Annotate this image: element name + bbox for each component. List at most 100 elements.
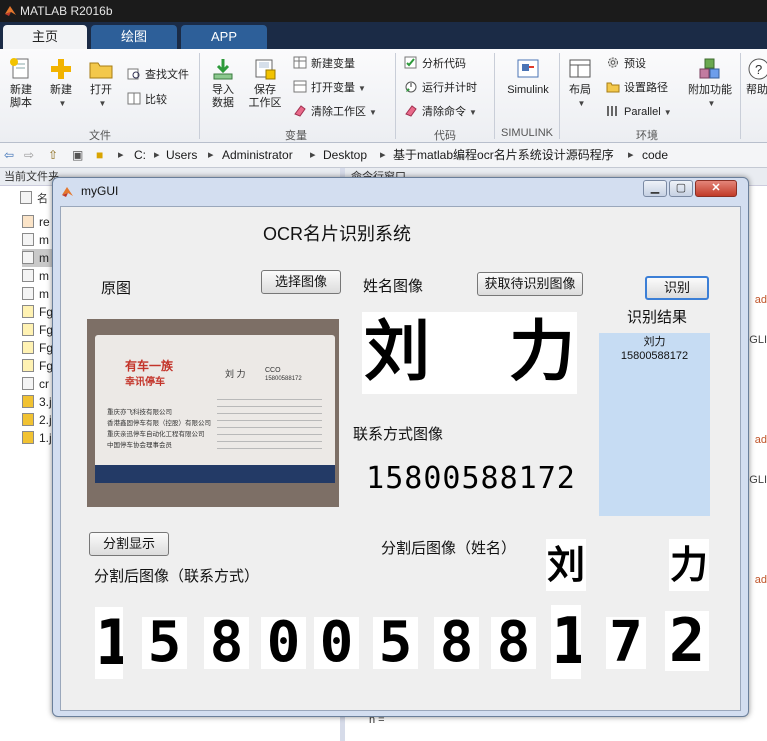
open-variable-button[interactable]: 打开变量 ▼ xyxy=(293,80,366,97)
analyze-code-icon xyxy=(404,56,417,69)
import-data-button[interactable]: 导入 数据 xyxy=(206,57,240,110)
addons-button[interactable]: 附加功能 ▼ xyxy=(684,57,736,110)
split-name-char-image: 力 xyxy=(669,539,709,591)
card-logo-subtext: 幸讯停车 xyxy=(125,377,165,388)
browse-folder-icon[interactable]: ▣ xyxy=(72,143,83,168)
card-phone: 15800588172 xyxy=(265,376,302,382)
new-label: 新建 xyxy=(50,84,72,96)
compare-icon xyxy=(127,92,141,105)
list-item[interactable]: m xyxy=(22,285,49,303)
list-item[interactable]: Fg xyxy=(22,339,53,357)
split-digit: 5 xyxy=(147,617,182,669)
chevron-down-icon: ▼ xyxy=(577,99,586,108)
new-script-icon xyxy=(10,58,29,79)
breadcrumb-code[interactable]: code xyxy=(642,143,668,168)
set-path-button[interactable]: 设置路径 xyxy=(606,80,668,96)
get-image-button[interactable]: 获取待识别图像 xyxy=(477,272,583,296)
file-name: m xyxy=(39,233,49,247)
breadcrumb-project-folder[interactable]: 基于matlab编程ocr名片系统设计源码程序 xyxy=(393,143,614,168)
column-header-name[interactable]: 名 xyxy=(20,190,48,208)
result-listbox[interactable]: 刘力 15800588172 xyxy=(599,333,710,516)
maximize-icon[interactable]: ▢ xyxy=(669,180,693,197)
file-icon xyxy=(20,191,32,204)
new-script-button[interactable]: 新建 脚本 xyxy=(4,57,38,110)
import-data-icon xyxy=(213,59,233,80)
list-item[interactable]: m xyxy=(22,249,52,267)
compare-button[interactable]: 比较 xyxy=(127,92,167,108)
back-arrow-icon[interactable]: ⇦ xyxy=(4,143,14,168)
list-item[interactable]: 2.j xyxy=(22,411,52,429)
parallel-icon xyxy=(607,106,617,116)
find-files-button[interactable]: 查找文件 xyxy=(127,67,189,83)
clear-workspace-label: 清除工作区 xyxy=(311,106,366,118)
original-image-label: 原图 xyxy=(101,280,132,297)
layout-button[interactable]: 布局 ▼ xyxy=(563,57,597,110)
breadcrumb-desktop[interactable]: Desktop xyxy=(323,143,367,168)
tab-apps[interactable]: APP xyxy=(181,25,267,49)
split-digit: 7 xyxy=(609,617,643,669)
ribbon-separator xyxy=(740,53,741,139)
folder-open-icon xyxy=(89,62,113,79)
split-name-label: 分割后图像（姓名） xyxy=(381,540,517,557)
list-item[interactable]: m xyxy=(22,267,49,285)
tab-home[interactable]: 主页 xyxy=(3,25,87,49)
file-name: 1.j xyxy=(39,431,52,445)
recognize-button[interactable]: 识别 xyxy=(645,276,709,300)
list-item[interactable]: m xyxy=(22,231,49,249)
chevron-down-icon: ▼ xyxy=(707,99,716,108)
preferences-button[interactable]: 预设 xyxy=(606,56,646,72)
list-item[interactable]: cr xyxy=(22,375,49,393)
tab-plots[interactable]: 绘图 xyxy=(91,25,177,49)
save-workspace-button[interactable]: 保存 工作区 xyxy=(246,57,284,110)
up-folder-icon[interactable]: ⇧ xyxy=(48,143,58,168)
list-item[interactable]: 1.j xyxy=(22,429,52,447)
forward-arrow-icon[interactable]: ⇨ xyxy=(24,143,34,168)
help-button[interactable]: ? 帮助 xyxy=(746,57,767,97)
command-output-fragment: ad xyxy=(754,294,767,306)
simulink-button[interactable]: Simulink xyxy=(500,57,556,97)
list-item[interactable]: Fg xyxy=(22,357,53,375)
select-image-button[interactable]: 选择图像 xyxy=(261,270,341,294)
result-line-name: 刘力 xyxy=(643,336,666,348)
minimize-icon[interactable]: ▁ xyxy=(643,180,667,197)
close-icon[interactable]: ✕ xyxy=(695,180,737,197)
run-and-time-button[interactable]: 运行并计时 xyxy=(404,80,477,96)
breadcrumb-drive[interactable]: C: xyxy=(134,143,146,168)
ribbon-toolbar: 新建 脚本 新建 ▼ 打开 ▼ 查找文件 比较 文件 导入 数据 保存 工作区 新建… xyxy=(0,49,767,143)
card-role: CCO xyxy=(265,367,281,374)
split-display-button[interactable]: 分割显示 xyxy=(89,532,169,556)
list-item[interactable]: re xyxy=(22,213,50,231)
ribbon-separator xyxy=(494,53,495,139)
new-variable-label: 新建变量 xyxy=(311,58,355,70)
clear-workspace-button[interactable]: 清除工作区 ▼ xyxy=(293,104,377,121)
split-contact-label: 分割后图像（联系方式） xyxy=(94,568,260,585)
preferences-label: 预设 xyxy=(624,58,646,70)
file-name: Fg xyxy=(39,341,54,355)
analyze-code-button[interactable]: 分析代码 xyxy=(404,56,466,72)
folder-path-icon xyxy=(606,82,620,93)
split-digit-image: 8 xyxy=(434,617,479,669)
breadcrumb-users[interactable]: Users xyxy=(166,143,197,168)
contact-image-label: 联系方式图像 xyxy=(353,426,444,443)
new-variable-button[interactable]: 新建变量 xyxy=(293,56,355,72)
new-button[interactable]: 新建 ▼ xyxy=(44,57,78,110)
file-name: m xyxy=(39,287,49,301)
breadcrumb-administrator[interactable]: Administrator xyxy=(222,143,293,168)
list-item[interactable]: Fg xyxy=(22,303,53,321)
column-header-label: 名 xyxy=(37,193,48,205)
chevron-down-icon: ▼ xyxy=(663,108,672,117)
list-item[interactable]: 3.j xyxy=(22,393,52,411)
parallel-button[interactable]: Parallel ▼ xyxy=(606,104,672,121)
clear-commands-label: 清除命令 xyxy=(422,106,466,118)
path-separator-icon: ▸ xyxy=(310,149,316,161)
open-button[interactable]: 打开 ▼ xyxy=(84,57,118,110)
split-digit-image: 7 xyxy=(606,617,646,669)
split-digit-image: 8 xyxy=(204,617,249,669)
split-digit: 2 xyxy=(668,611,706,671)
command-output-fragment: GLI xyxy=(749,474,767,486)
clear-commands-button[interactable]: 清除命令 ▼ xyxy=(404,104,477,121)
new-script-label: 新建 脚本 xyxy=(10,84,32,109)
fig-file-icon xyxy=(22,341,34,354)
list-item[interactable]: Fg xyxy=(22,321,53,339)
save-workspace-label: 保存 工作区 xyxy=(248,84,282,109)
